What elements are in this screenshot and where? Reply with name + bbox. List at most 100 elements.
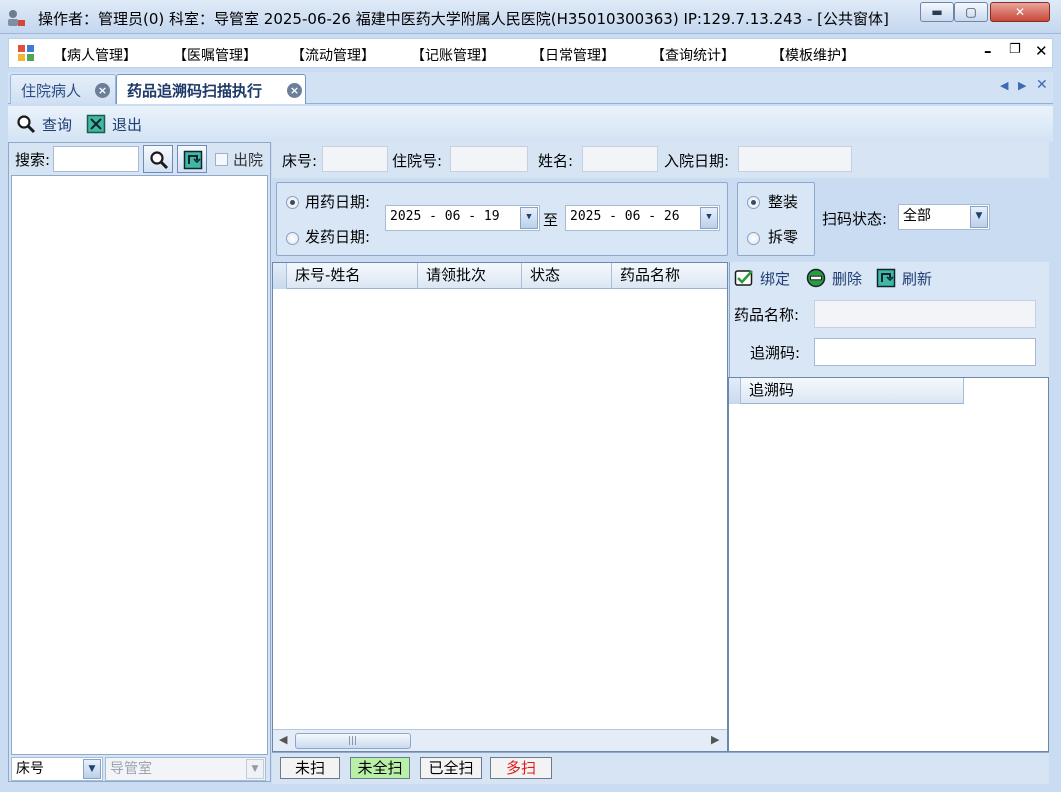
toolbar: 查询 退出 xyxy=(8,106,1053,142)
chevron-down-icon[interactable]: ▼ xyxy=(83,759,101,779)
refresh-icon xyxy=(876,268,896,288)
window-minimize-button[interactable]: ▬ xyxy=(920,2,954,22)
refresh-button[interactable]: 刷新 xyxy=(876,268,942,290)
bed-label: 床号: xyxy=(282,152,318,170)
drug-order-grid[interactable]: 床号-姓名 请领批次 状态 药品名称 ◀ ||| ▶ xyxy=(272,262,728,752)
sort-field-select[interactable]: 床号 ▼ xyxy=(11,757,103,781)
bind-check-icon xyxy=(734,270,753,286)
name-label: 姓名: xyxy=(538,152,574,170)
trace-code-grid-header: 追溯码 xyxy=(729,378,964,404)
whole-pack-label: 整装 xyxy=(768,193,799,211)
split-pack-radio[interactable] xyxy=(747,232,760,245)
legend-not-scanned[interactable]: 未扫 xyxy=(280,757,340,779)
scan-status-select[interactable]: 全部 ▼ xyxy=(898,204,990,230)
mdi-close-button[interactable]: ✕ xyxy=(1035,42,1048,60)
use-date-radio[interactable] xyxy=(286,196,299,209)
menu-daily-management[interactable]: 【日常管理】 xyxy=(531,45,615,65)
trace-code-label: 追溯码: xyxy=(750,344,801,362)
horizontal-scrollbar[interactable]: ◀ ||| ▶ xyxy=(273,729,727,751)
calendar-dropdown-icon[interactable]: ▼ xyxy=(520,207,538,229)
trace-code-input[interactable] xyxy=(814,338,1036,366)
split-pack-label: 拆零 xyxy=(768,228,799,246)
menu-order-management[interactable]: 【医嘱管理】 xyxy=(173,45,257,65)
trace-code-editor: 绑定 删除 刷新 药品名称: 追溯码: xyxy=(729,262,1049,377)
grip-icon: ||| xyxy=(348,736,358,746)
menu-patient-management[interactable]: 【病人管理】 xyxy=(53,45,137,65)
menu-template-maintenance[interactable]: 【模板维护】 xyxy=(771,45,855,65)
drug-order-grid-header: 床号-姓名 请领批次 状态 药品名称 xyxy=(273,263,727,289)
dispense-date-radio[interactable] xyxy=(286,232,299,245)
tab-scroll-left-icon[interactable]: ◀ xyxy=(1000,79,1008,92)
drug-name-label: 药品名称: xyxy=(734,306,800,324)
scroll-right-icon[interactable]: ▶ xyxy=(711,733,719,746)
date-to-label: 至 xyxy=(543,211,559,229)
menu-flow-management[interactable]: 【流动管理】 xyxy=(291,45,375,65)
search-button[interactable] xyxy=(143,145,173,173)
admit-date-field xyxy=(738,146,852,172)
delete-button[interactable]: 删除 xyxy=(806,268,872,290)
tab-drug-trace-scan[interactable]: 药品追溯码扫描执行 × xyxy=(116,74,306,104)
query-button[interactable]: 查询 xyxy=(16,114,82,136)
magnifier-icon xyxy=(150,151,169,170)
tab-inpatient[interactable]: 住院病人 × xyxy=(10,74,116,104)
exit-icon xyxy=(86,114,106,134)
column-trace-code[interactable]: 追溯码 xyxy=(741,378,964,404)
calendar-dropdown-icon[interactable]: ▼ xyxy=(700,207,718,229)
legend-partially-scanned[interactable]: 未全扫 xyxy=(350,757,410,779)
name-field xyxy=(582,146,658,172)
scrollbar-thumb[interactable]: ||| xyxy=(295,733,411,749)
legend-fully-scanned[interactable]: 已全扫 xyxy=(420,757,482,779)
date-to-picker[interactable]: 2025 - 06 - 26 ▼ xyxy=(565,205,720,231)
window-title: 操作者：管理员(0) 科室：导管室 2025-06-26 福建中医药大学附属人民… xyxy=(38,10,889,28)
tab-drug-trace-scan-close-icon[interactable]: × xyxy=(287,83,302,98)
tab-inpatient-label: 住院病人 xyxy=(21,82,82,100)
delete-button-label: 删除 xyxy=(832,270,863,288)
row-selector-header xyxy=(729,378,741,404)
query-button-label: 查询 xyxy=(42,116,73,134)
delete-icon xyxy=(806,268,826,288)
department-select[interactable]: 导管室 ▼ xyxy=(105,757,266,781)
menu-bar: 【病人管理】 【医嘱管理】 【流动管理】 【记账管理】 【日常管理】 【查询统计… xyxy=(8,38,1053,68)
patient-list[interactable] xyxy=(11,175,268,755)
tab-scroll-right-icon[interactable]: ▶ xyxy=(1018,79,1026,92)
discharged-checkbox[interactable] xyxy=(215,153,228,166)
refresh-icon xyxy=(183,150,203,170)
sort-field-value: 床号 xyxy=(16,761,44,777)
refresh-button-label: 刷新 xyxy=(902,270,933,288)
bind-button[interactable]: 绑定 xyxy=(734,268,800,290)
whole-pack-radio[interactable] xyxy=(747,196,760,209)
scroll-left-icon[interactable]: ◀ xyxy=(279,733,287,746)
dispense-date-label: 发药日期: xyxy=(305,228,371,246)
search-input[interactable] xyxy=(53,146,139,172)
inpatient-no-label: 住院号: xyxy=(392,152,443,170)
chevron-down-icon[interactable]: ▼ xyxy=(970,206,988,228)
inpatient-no-field xyxy=(450,146,528,172)
admit-date-label: 入院日期: xyxy=(664,152,730,170)
menu-query-statistics[interactable]: 【查询统计】 xyxy=(651,45,735,65)
date-from-picker[interactable]: 2025 - 06 - 19 ▼ xyxy=(385,205,540,231)
refresh-list-button[interactable] xyxy=(177,145,207,173)
tab-inpatient-close-icon[interactable]: × xyxy=(95,83,110,98)
trace-code-grid[interactable]: 追溯码 xyxy=(728,377,1049,752)
exit-button[interactable]: 退出 xyxy=(86,114,152,136)
tab-close-active-icon[interactable]: ✕ xyxy=(1036,77,1048,93)
mdi-restore-button[interactable]: ❐ xyxy=(1009,42,1021,57)
column-drug-name[interactable]: 药品名称 xyxy=(612,263,727,289)
package-type-group: 整装 拆零 xyxy=(737,182,815,256)
document-tab-strip: 住院病人 × 药品追溯码扫描执行 × ◀ ▶ ✕ xyxy=(8,72,1053,104)
column-bed-name[interactable]: 床号-姓名 xyxy=(287,263,418,289)
column-status[interactable]: 状态 xyxy=(522,263,612,289)
search-label: 搜索: xyxy=(15,151,51,169)
mdi-minimize-button[interactable]: – xyxy=(984,42,992,60)
window-maximize-button[interactable]: ▢ xyxy=(954,2,988,22)
drug-name-field xyxy=(814,300,1036,328)
column-request-batch[interactable]: 请领批次 xyxy=(418,263,522,289)
use-date-label: 用药日期: xyxy=(305,193,371,211)
window-close-button[interactable]: ✕ xyxy=(990,2,1050,22)
chevron-down-icon[interactable]: ▼ xyxy=(246,759,264,779)
date-filter-group: 用药日期: 发药日期: 2025 - 06 - 19 ▼ 至 2025 - 06… xyxy=(276,182,728,256)
legend-over-scanned[interactable]: 多扫 xyxy=(490,757,552,779)
app-menu-icon[interactable] xyxy=(17,44,35,62)
menu-billing-management[interactable]: 【记账管理】 xyxy=(411,45,495,65)
scan-status-label: 扫码状态: xyxy=(822,210,888,228)
